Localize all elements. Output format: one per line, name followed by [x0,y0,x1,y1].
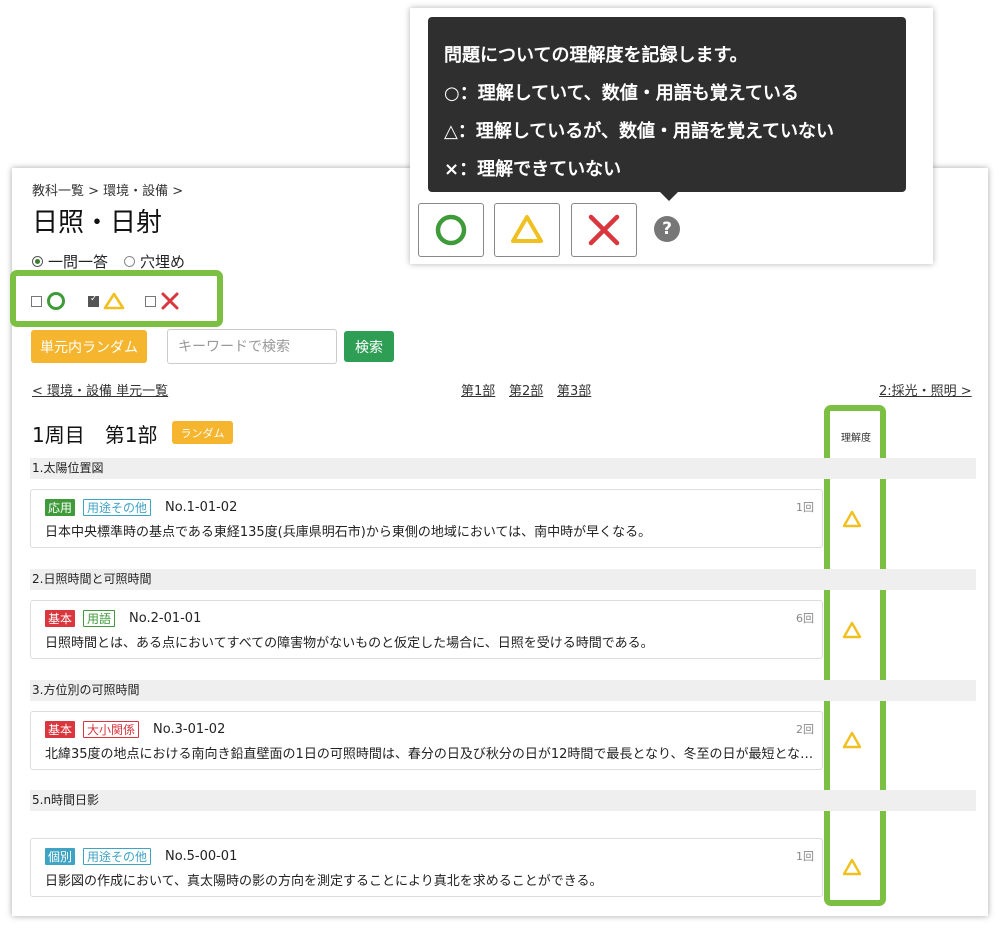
section-title: 1周目 第1部 [32,423,158,447]
search-input[interactable] [167,329,337,364]
question-number: No.5-00-01 [165,849,238,864]
question-text: 日照時間とは、ある点においてすべての障害物がないものと仮定した場合に、日照を受け… [45,636,654,651]
mode-label-anaume: 穴埋め [140,253,186,271]
question-card[interactable]: 基本 用語 No.2-01-01 6回 日照時間とは、ある点においてすべての障害… [30,600,823,659]
question-meta: 基本 大小関係 No.3-01-02 [45,721,225,738]
triangle-icon [103,292,125,310]
filter-circle[interactable] [31,291,66,311]
topic-header: 5.n時間日影 [30,790,976,811]
circle-icon [47,292,65,310]
category-tag: 用途その他 [83,848,152,865]
rating-filter-box [10,270,223,327]
tooltip-line: △：理解しているが、数値・用語を覚えていない [444,121,835,142]
category-tag: 用途その他 [83,499,152,516]
cross-icon [161,292,179,310]
next-unit-link[interactable]: 2:採光・照明 > [879,380,972,399]
topic-header: 3.方位別の可照時間 [30,680,976,701]
rating-triangle-icon[interactable] [842,510,862,528]
radio-anaume[interactable] [124,256,136,267]
tooltip-line: ○：理解していて、数値・用語も覚えている [444,83,799,104]
question-text: 日本中央標準時の基点である東経135度(兵庫県明石市)から東側の地域においては、… [45,525,652,540]
part-link-3[interactable]: 第3部 [557,380,591,399]
mode-selector: 一問一答 穴埋め [32,251,201,272]
category-tag: 用語 [83,610,116,627]
rating-triangle-icon[interactable] [842,621,862,639]
question-meta: 基本 用語 No.2-01-01 [45,610,201,627]
filter-circle-checkbox[interactable] [31,295,42,307]
random-badge[interactable]: ランダム [172,421,233,444]
attempt-count: 1回 [796,501,814,514]
rating-column-label: 理解度 [841,433,871,444]
search-button[interactable]: 検索 [344,331,394,362]
category-tag: 大小関係 [83,721,140,738]
attempt-count: 6回 [796,612,814,625]
rating-column-highlight [824,405,886,906]
part-link-2[interactable]: 第2部 [509,380,543,399]
help-icon[interactable]: ? [654,216,680,242]
circle-icon [435,214,467,246]
question-text: 北緯35度の地点における南向き鉛直壁面の1日の可照時間は、春分の日及び秋分の日が… [45,747,815,762]
rate-cross-button[interactable] [571,203,637,257]
rating-tooltip: 問題についての理解度を記録します。 ○：理解していて、数値・用語も覚えている △… [428,17,906,201]
part-link-1[interactable]: 第1部 [461,380,495,399]
page-title: 日照・日射 [32,208,163,238]
level-tag: 基本 [45,721,76,738]
attempt-count: 2回 [796,723,814,736]
filter-cross[interactable] [145,291,180,311]
question-card[interactable]: 個別 用途その他 No.5-00-01 1回 日影図の作成において、真太陽時の影… [30,838,823,897]
attempt-count: 1回 [796,850,814,863]
question-meta: 応用 用途その他 No.1-01-02 [45,499,237,516]
rate-circle-button[interactable] [418,203,484,257]
filter-cross-checkbox[interactable] [145,295,156,307]
rating-triangle-icon[interactable] [842,858,862,876]
question-number: No.2-01-01 [129,611,202,626]
prev-unit-link[interactable]: < 環境・設備 単元一覧 [32,380,168,399]
mode-label-ichimon: 一問一答 [48,253,109,271]
question-meta: 個別 用途その他 No.5-00-01 [45,848,237,865]
question-card[interactable]: 応用 用途その他 No.1-01-02 1回 日本中央標準時の基点である東経13… [30,489,823,548]
question-number: No.1-01-02 [165,500,238,515]
question-card[interactable]: 基本 大小関係 No.3-01-02 2回 北緯35度の地点における南向き鉛直壁… [30,711,823,770]
cross-icon [588,214,620,246]
tooltip-line: ×：理解できていない [444,159,622,180]
filter-triangle-checkbox[interactable] [88,294,99,307]
topic-header: 2.日照時間と可照時間 [30,569,976,590]
triangle-icon [511,215,543,243]
breadcrumb[interactable]: 教科一覧 > 環境・設備 > [32,180,183,199]
question-text: 日影図の作成において、真太陽時の影の方向を測定することにより真北を求めることがで… [45,874,603,889]
mode-option-ichimon[interactable]: 一問一答 [32,251,108,272]
level-tag: 個別 [45,848,76,865]
tooltip-line: 問題についての理解度を記録します。 [444,45,748,66]
rate-triangle-button[interactable] [494,203,560,257]
rating-triangle-icon[interactable] [842,731,862,749]
radio-ichimon[interactable] [32,256,43,267]
filter-triangle[interactable] [88,291,125,311]
mode-option-anaume[interactable]: 穴埋め [124,251,185,272]
question-number: No.3-01-02 [153,722,226,737]
level-tag: 応用 [45,499,76,516]
unit-random-button[interactable]: 単元内ランダム [31,330,147,363]
level-tag: 基本 [45,610,76,627]
topic-header: 1.太陽位置図 [30,458,976,479]
